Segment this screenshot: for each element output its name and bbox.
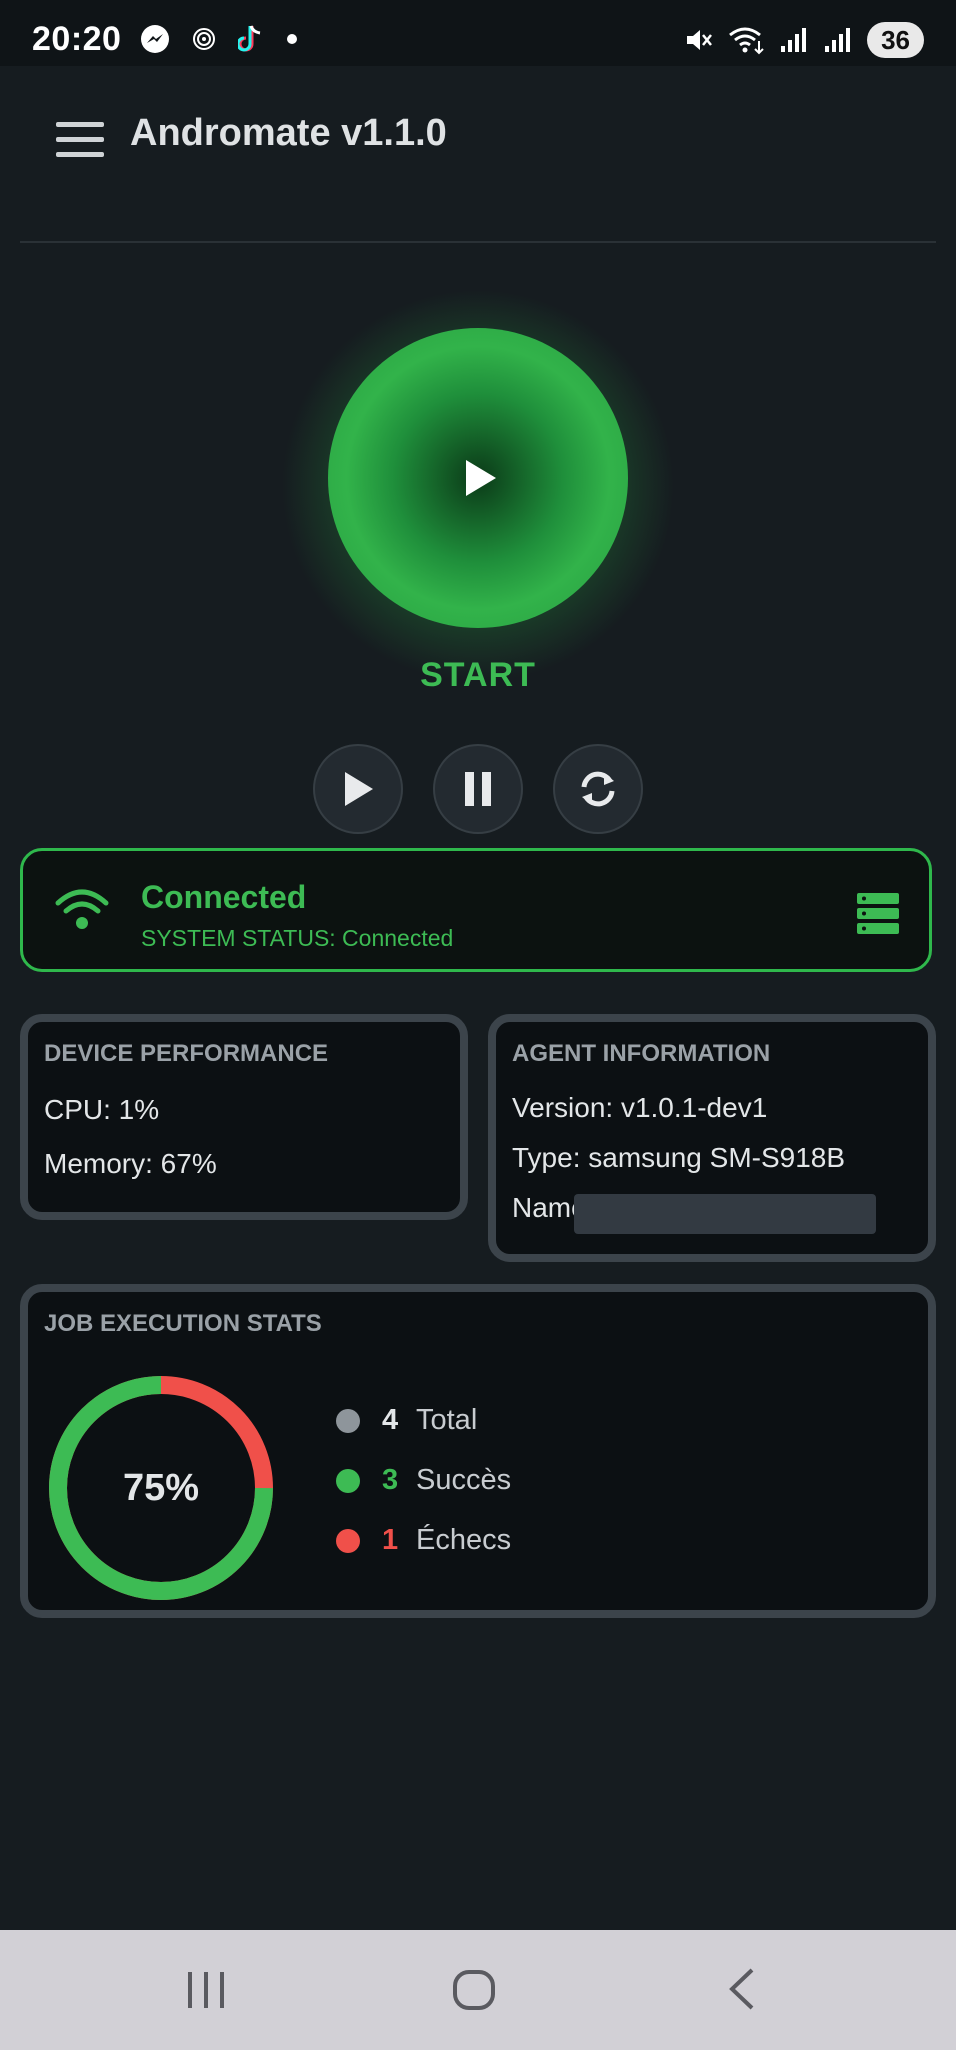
success-donut-chart: 75%	[49, 1376, 273, 1600]
signal-icon-2	[825, 28, 851, 52]
total-count: 4	[382, 1404, 399, 1436]
recents-icon[interactable]	[184, 1970, 228, 2010]
system-icons: 36	[683, 22, 924, 58]
total-dot-icon	[336, 1408, 360, 1433]
success-label: Succès	[416, 1464, 512, 1496]
notification-icons	[140, 24, 298, 54]
back-icon[interactable]	[724, 1966, 758, 2012]
server-icon[interactable]	[857, 893, 899, 935]
tiktok-icon	[238, 25, 261, 52]
refresh-icon	[581, 771, 615, 807]
job-execution-stats-card: JOB EXECUTION STATS 75% 4 Total 3 Succès…	[20, 1284, 936, 1618]
failure-label: Échecs	[416, 1524, 512, 1556]
dot-icon	[287, 34, 297, 44]
job-stats-title: JOB EXECUTION STATS	[44, 1310, 322, 1337]
agent-information-title: AGENT INFORMATION	[512, 1040, 771, 1067]
device-performance-title: DEVICE PERFORMANCE	[44, 1040, 329, 1067]
refresh-button[interactable]	[553, 744, 643, 834]
wifi-icon	[55, 889, 109, 929]
home-icon[interactable]	[451, 1968, 497, 2012]
legend-success: 3 Succès	[336, 1464, 511, 1497]
donut-percent-label: 75%	[123, 1467, 199, 1509]
app-bar: Andromate v1.1.0	[0, 66, 956, 242]
signal-icon	[781, 28, 807, 52]
wifi-status-icon	[729, 27, 764, 55]
app-title: Andromate v1.1.0	[130, 112, 447, 154]
system-navigation-bar	[0, 1930, 956, 2050]
device-performance-card: DEVICE PERFORMANCE CPU: 1% Memory: 67%	[20, 1014, 468, 1220]
header-divider	[20, 241, 936, 243]
agent-type: Type: samsung SM-S918B	[512, 1142, 846, 1173]
connection-status-card: Connected SYSTEM STATUS: Connected	[20, 848, 932, 972]
pause-icon	[465, 772, 491, 806]
connection-title: Connected	[141, 879, 307, 915]
play-icon	[466, 460, 496, 496]
start-label: START	[420, 656, 536, 694]
legend-failure: 1 Échecs	[336, 1524, 511, 1557]
status-time: 20:20	[32, 20, 122, 58]
failure-dot-icon	[336, 1528, 360, 1553]
status-bar: 20:20 36	[0, 0, 956, 66]
success-count: 3	[382, 1464, 399, 1496]
connection-subtitle: SYSTEM STATUS: Connected	[141, 925, 454, 951]
play-icon	[345, 772, 373, 806]
failure-count: 1	[382, 1524, 399, 1556]
agent-version: Version: v1.0.1-dev1	[512, 1092, 768, 1123]
cpu-usage: CPU: 1%	[44, 1094, 160, 1125]
messenger-icon	[141, 25, 169, 53]
legend-total: 4 Total	[336, 1404, 477, 1437]
play-button[interactable]	[313, 744, 403, 834]
hotspot-icon	[193, 28, 215, 50]
total-label: Total	[416, 1404, 478, 1436]
success-dot-icon	[336, 1468, 360, 1493]
battery-level: 36	[867, 22, 924, 58]
start-button[interactable]	[328, 328, 628, 628]
redacted-name-value	[574, 1194, 876, 1234]
pause-button[interactable]	[433, 744, 523, 834]
mute-icon	[687, 30, 713, 50]
hamburger-menu-icon[interactable]	[56, 122, 104, 158]
memory-usage: Memory: 67%	[44, 1148, 217, 1179]
